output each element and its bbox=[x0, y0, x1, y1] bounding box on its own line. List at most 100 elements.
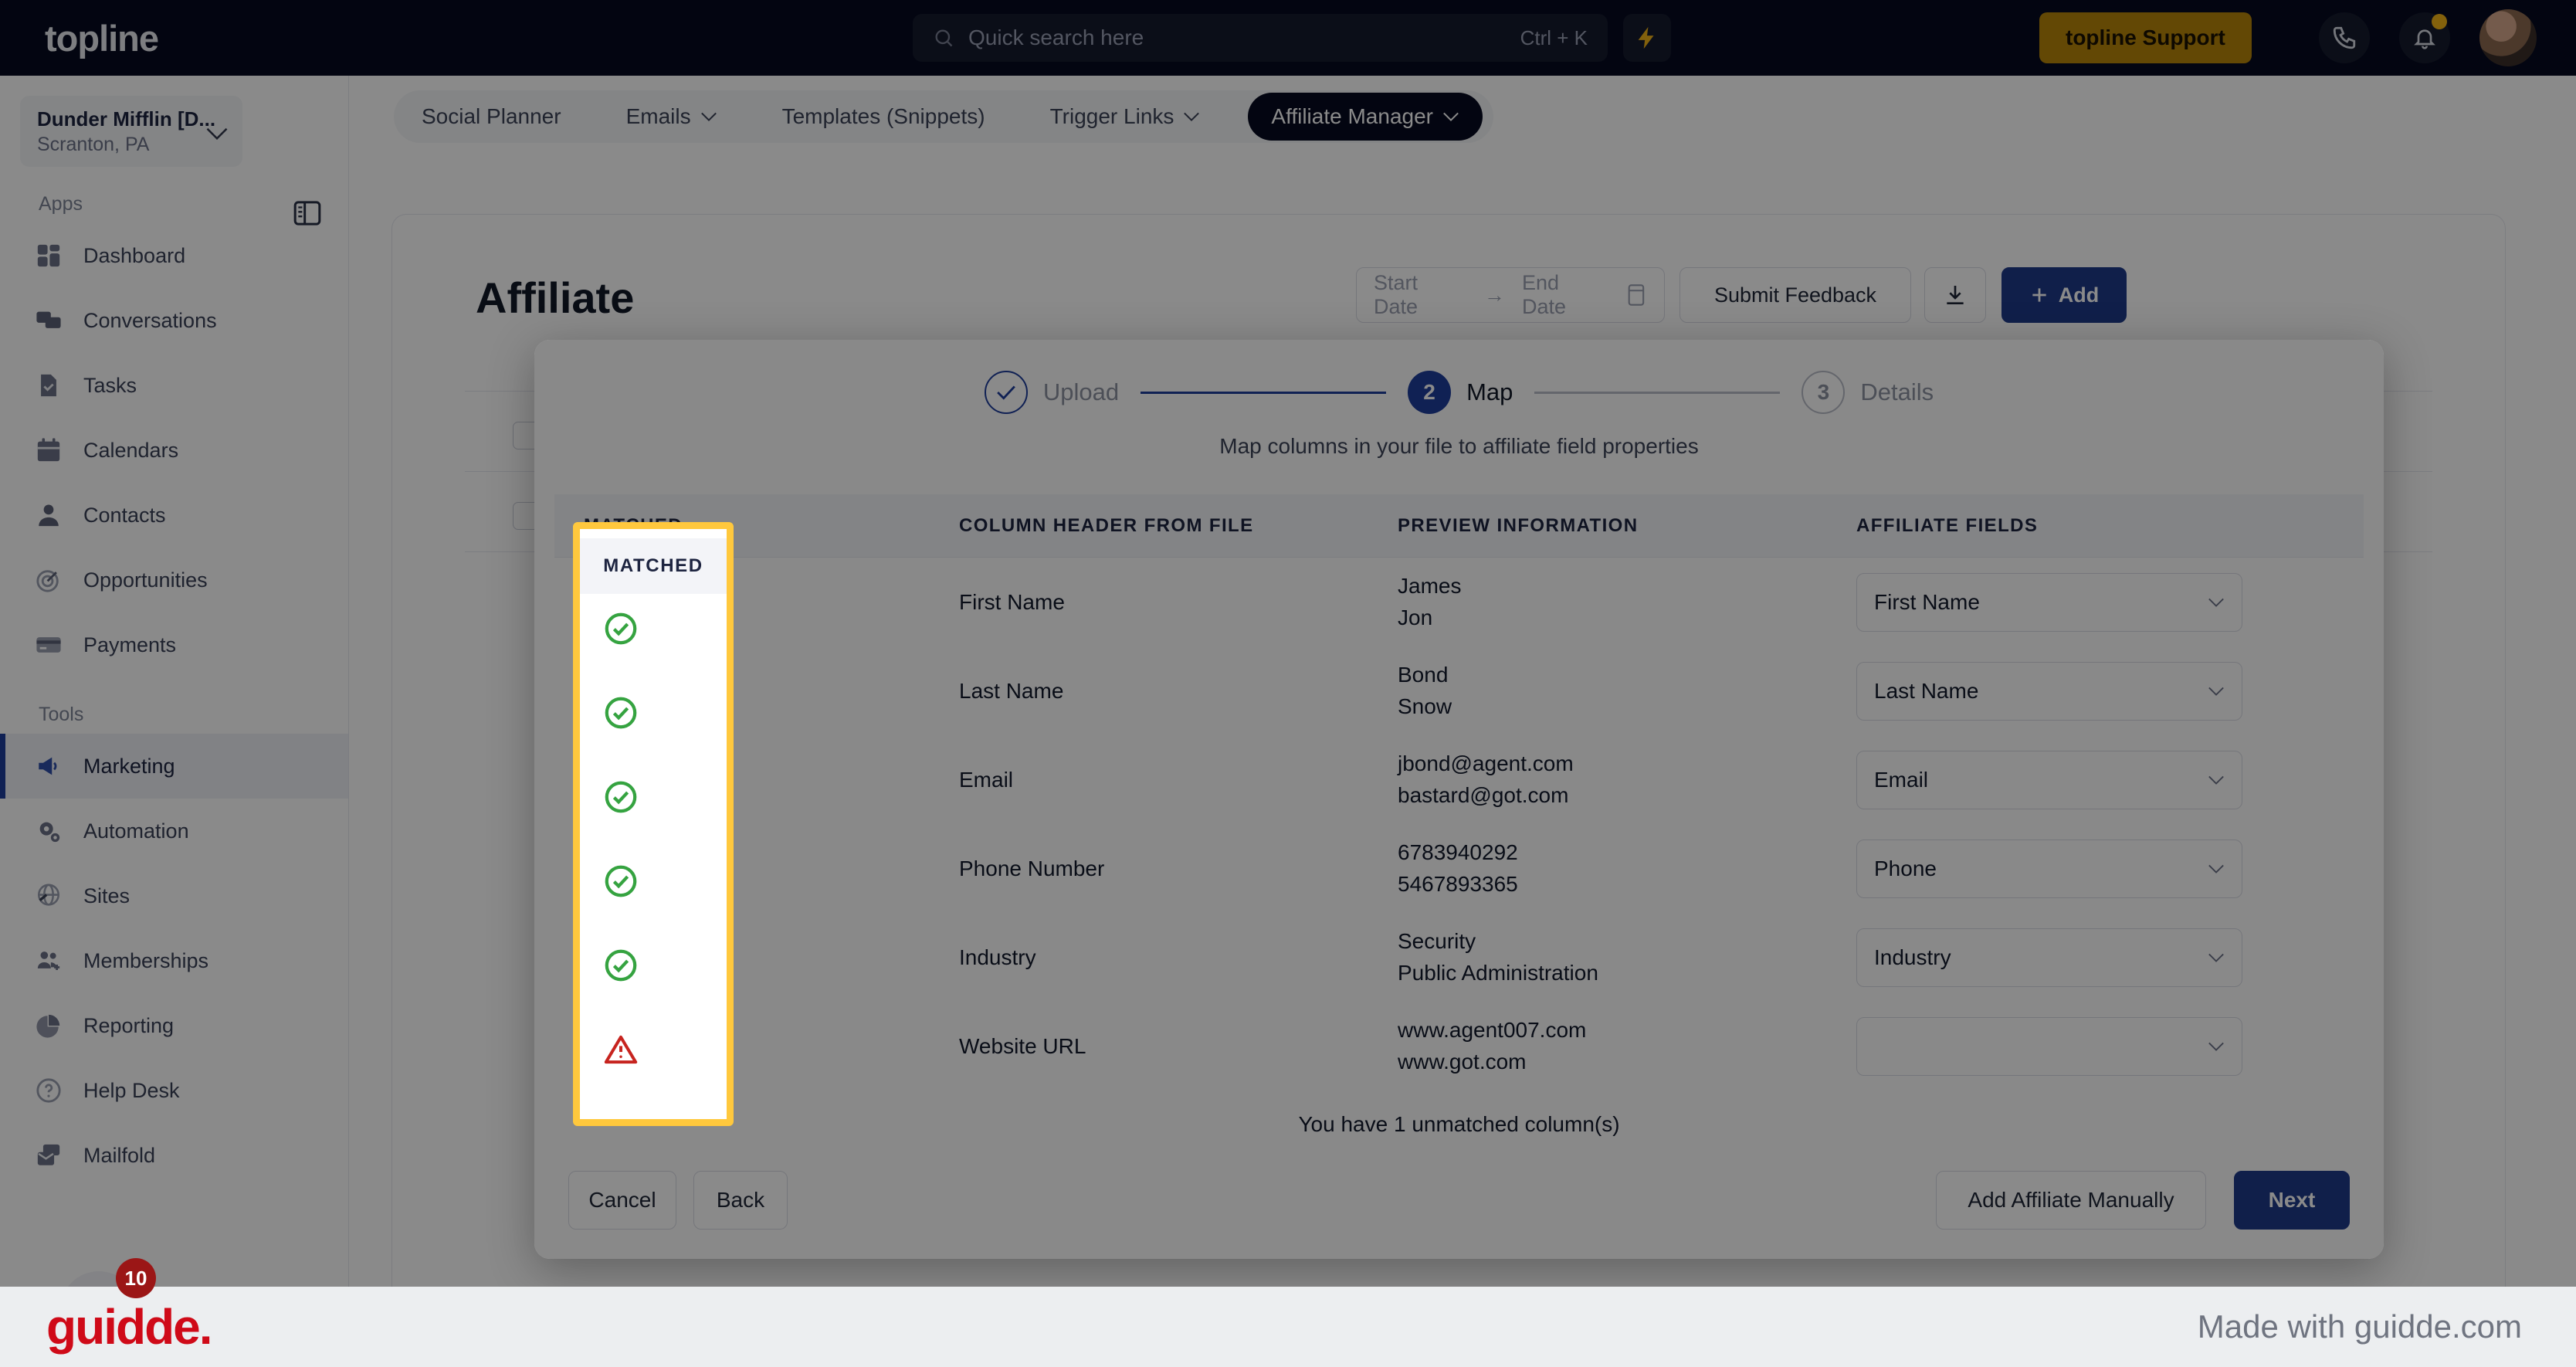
add-button[interactable]: Add bbox=[2001, 267, 2127, 323]
check-circle-icon bbox=[605, 697, 637, 729]
step-map-label: Map bbox=[1466, 378, 1513, 405]
chat-icon bbox=[34, 306, 63, 335]
step-map[interactable]: 2 Map bbox=[1408, 371, 1513, 414]
sidebar-item-reporting[interactable]: Reporting bbox=[0, 993, 348, 1058]
preview-value: James bbox=[1398, 573, 1462, 598]
step-upload[interactable]: Upload bbox=[984, 371, 1120, 414]
org-switcher[interactable]: Dunder Mifflin [D... Scranton, PA bbox=[20, 96, 242, 167]
affiliate-field-select[interactable]: Phone bbox=[1856, 839, 2242, 898]
sidebar-item-opportunities[interactable]: Opportunities bbox=[0, 548, 348, 612]
sidebar-item-dashboard[interactable]: Dashboard bbox=[0, 223, 348, 288]
table-row: First Name James Jon First Name bbox=[554, 558, 2364, 646]
sidebar-item-sites[interactable]: Sites bbox=[0, 863, 348, 928]
support-button[interactable]: topline Support bbox=[2039, 12, 2252, 63]
preview-value: Jon bbox=[1398, 605, 1433, 629]
step-details-label: Details bbox=[1860, 378, 1934, 405]
stepper-connector-1 bbox=[1141, 391, 1387, 394]
sidebar: Dunder Mifflin [D... Scranton, PA Apps D… bbox=[0, 76, 349, 1348]
top-bar: topline Quick search here Ctrl + K topli… bbox=[0, 0, 2576, 76]
tab-affiliate-manager[interactable]: Affiliate Manager bbox=[1248, 93, 1483, 141]
step-upload-check bbox=[984, 371, 1028, 414]
table-row: Website URL www.agent007.com www.got.com bbox=[554, 1002, 2364, 1091]
sidebar-item-label: Reporting bbox=[83, 1013, 175, 1037]
sidebar-item-automation[interactable]: Automation bbox=[0, 799, 348, 863]
sidebar-item-contacts[interactable]: Contacts bbox=[0, 483, 348, 548]
table-header-row: MATCHED COLUMN HEADER FROM FILE PREVIEW … bbox=[554, 494, 2364, 558]
sidebar-item-conversations[interactable]: Conversations bbox=[0, 288, 348, 353]
calendar-icon bbox=[34, 436, 63, 465]
globe-icon bbox=[34, 881, 63, 911]
sidebar-item-label: Tasks bbox=[83, 373, 137, 397]
affiliate-field-cell bbox=[1839, 1016, 2310, 1076]
add-button-label: Add bbox=[2058, 283, 2100, 307]
cancel-button[interactable]: Cancel bbox=[568, 1171, 676, 1230]
affiliate-field-value: First Name bbox=[1874, 589, 1980, 614]
sidebar-item-mailfold[interactable]: Mailfold bbox=[0, 1123, 348, 1188]
affiliate-field-value: Phone bbox=[1874, 856, 1937, 880]
tab-social-planner[interactable]: Social Planner bbox=[405, 98, 578, 135]
step-details[interactable]: 3 Details bbox=[1802, 371, 1934, 414]
step-details-number: 3 bbox=[1802, 371, 1846, 414]
sidebar-item-label: Payments bbox=[83, 633, 177, 656]
contact-icon bbox=[34, 500, 63, 530]
sidebar-item-memberships[interactable]: Memberships bbox=[0, 928, 348, 993]
quick-actions-button[interactable] bbox=[1623, 14, 1671, 62]
members-icon bbox=[34, 946, 63, 975]
nav-tabbar: Social Planner Emails Templates (Snippet… bbox=[349, 76, 2576, 158]
chevron-down-icon bbox=[2208, 864, 2224, 873]
search-shortcut: Ctrl + K bbox=[1520, 25, 1588, 49]
step-upload-label: Upload bbox=[1042, 378, 1120, 405]
back-button[interactable]: Back bbox=[693, 1171, 788, 1230]
file-column-name: Website URL bbox=[959, 1033, 1086, 1058]
preview-value: 6783940292 bbox=[1398, 840, 1518, 864]
sidebar-item-calendars[interactable]: Calendars bbox=[0, 418, 348, 483]
import-affiliates-modal: Upload 2 Map 3 Details Map columns in yo… bbox=[534, 340, 2384, 1259]
search-input[interactable]: Quick search here Ctrl + K bbox=[913, 14, 1608, 62]
sidebar-item-marketing[interactable]: Marketing bbox=[0, 734, 348, 799]
preview-values: Security Public Administration bbox=[1398, 926, 1839, 989]
highlight-column-title: MATCHED bbox=[580, 529, 727, 594]
preview-value: Snow bbox=[1398, 694, 1452, 718]
download-button[interactable] bbox=[1924, 267, 1986, 323]
file-column-name: Phone Number bbox=[959, 856, 1105, 880]
phone-button[interactable] bbox=[2319, 12, 2370, 63]
avatar[interactable] bbox=[2479, 9, 2537, 66]
check-circle-icon bbox=[605, 865, 637, 897]
add-affiliate-manually-button[interactable]: Add Affiliate Manually bbox=[1936, 1171, 2206, 1230]
affiliate-field-cell: Industry bbox=[1839, 928, 2310, 987]
matched-status-list bbox=[580, 594, 727, 1119]
submit-feedback-button[interactable]: Submit Feedback bbox=[1679, 267, 1911, 323]
file-column-name: Email bbox=[959, 767, 1014, 792]
affiliate-field-select[interactable]: Last Name bbox=[1856, 661, 2242, 721]
screen-root: topline Quick search here Ctrl + K topli… bbox=[0, 0, 2576, 1367]
check-circle-icon bbox=[605, 781, 637, 813]
affiliate-field-select-empty[interactable] bbox=[1856, 1016, 2242, 1076]
chevron-down-icon bbox=[2208, 598, 2224, 607]
table-row: Industry Security Public Administration … bbox=[554, 913, 2364, 1002]
affiliate-field-value: Industry bbox=[1874, 945, 1951, 969]
affiliate-field-select[interactable]: Industry bbox=[1856, 928, 2242, 987]
next-button[interactable]: Next bbox=[2234, 1171, 2350, 1230]
download-icon bbox=[1947, 286, 1964, 304]
sidebar-item-payments[interactable]: Payments bbox=[0, 612, 348, 677]
sidebar-item-help-desk[interactable]: Help Desk bbox=[0, 1058, 348, 1123]
bell-icon bbox=[2414, 29, 2435, 49]
notifications-button[interactable] bbox=[2399, 12, 2450, 63]
date-range-picker[interactable]: Start Date → End Date bbox=[1356, 267, 1665, 323]
col-header-preview: PREVIEW INFORMATION bbox=[1398, 514, 1639, 536]
tab-label: Emails bbox=[625, 104, 691, 128]
tab-templates-snippets[interactable]: Templates (Snippets) bbox=[765, 98, 1002, 135]
preview-values: 6783940292 5467893365 bbox=[1398, 837, 1839, 900]
chevron-down-icon bbox=[2208, 953, 2224, 962]
preview-value: 5467893365 bbox=[1398, 871, 1518, 896]
preview-values: James Jon bbox=[1398, 571, 1839, 633]
tab-trigger-links[interactable]: Trigger Links bbox=[1033, 98, 1218, 135]
affiliate-field-select[interactable]: First Name bbox=[1856, 572, 2242, 632]
affiliate-field-select[interactable]: Email bbox=[1856, 750, 2242, 809]
task-icon bbox=[34, 371, 63, 400]
file-column-name: Last Name bbox=[959, 678, 1064, 703]
sidebar-item-tasks[interactable]: Tasks bbox=[0, 353, 348, 418]
tab-emails[interactable]: Emails bbox=[609, 98, 734, 135]
app-logo[interactable]: topline bbox=[45, 17, 159, 59]
check-icon bbox=[996, 385, 1015, 400]
